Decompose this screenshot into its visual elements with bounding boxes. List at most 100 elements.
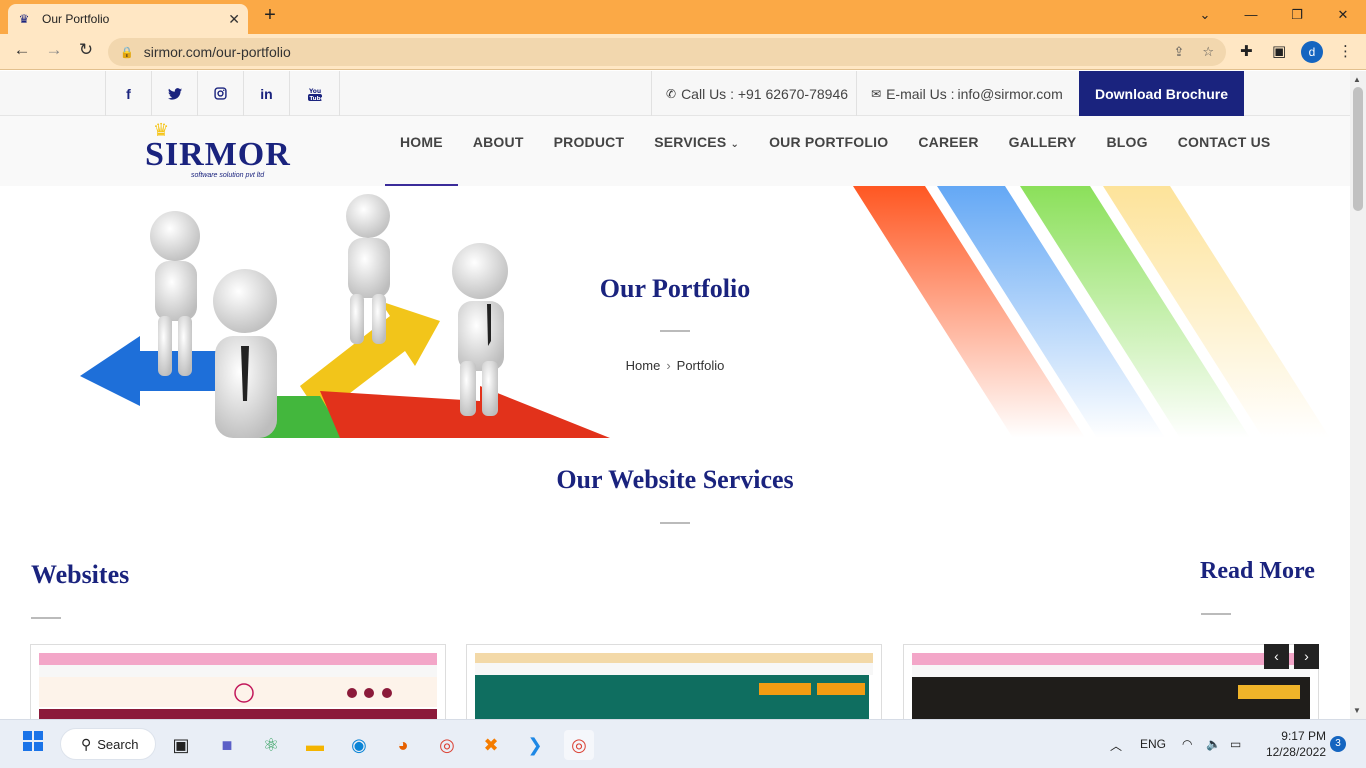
website-screenshot <box>912 653 1310 719</box>
envelope-icon: ✉ <box>871 86 882 101</box>
extensions-icon[interactable]: ✚ <box>1240 42 1253 60</box>
browser-toolbar: ← → ↻ 🔒 sirmor.com/our-portfolio ⇪ ☆ ✚ ▣ <box>0 34 1366 70</box>
chevron-down-icon: ⌄ <box>730 139 740 150</box>
banner-divider <box>660 330 690 332</box>
top-contact-bar: f in YouTube ✆ Call Us : +91 62670-78946… <box>0 71 1350 116</box>
restore-button[interactable]: ❐ <box>1274 0 1320 30</box>
new-tab-button[interactable]: + <box>258 4 282 27</box>
web-page: f in YouTube ✆ Call Us : +91 62670-78946… <box>0 71 1350 719</box>
notification-badge[interactable]: 3 <box>1330 736 1346 752</box>
sirmor-logo[interactable]: ♛ SIRMOR software solution pvt ltd <box>145 120 290 184</box>
portfolio-card[interactable] <box>466 644 882 719</box>
file-explorer-icon[interactable]: ▬ <box>300 730 330 760</box>
phone-icon: ✆ <box>666 86 677 101</box>
site-favicon-icon: ♛ <box>18 12 30 26</box>
back-icon[interactable]: ← <box>10 40 34 60</box>
menu-product[interactable]: PRODUCT <box>539 116 640 186</box>
menu-contact-us[interactable]: CONTACT US <box>1163 116 1286 186</box>
menu-blog[interactable]: BLOG <box>1091 116 1162 186</box>
portfolio-card[interactable] <box>30 644 446 719</box>
linkedin-icon[interactable]: in <box>243 71 289 116</box>
read-more-divider <box>1201 613 1231 615</box>
site-header: ♛ SIRMOR software solution pvt ltd HOME … <box>0 116 1350 186</box>
carousel-next-button[interactable]: › <box>1294 644 1319 669</box>
side-panel-icon[interactable]: ▣ <box>1272 42 1286 60</box>
menu-career[interactable]: CAREER <box>903 116 993 186</box>
language-indicator[interactable]: ENG <box>1140 737 1166 751</box>
services-divider <box>660 522 690 524</box>
chrome-active-icon[interactable]: ◎ <box>564 730 594 760</box>
browser-menu-icon[interactable]: ⋮ <box>1338 42 1353 60</box>
volume-icon[interactable]: 🔈 <box>1206 737 1221 751</box>
instagram-icon[interactable] <box>197 71 243 116</box>
url-text[interactable]: sirmor.com/our-portfolio <box>144 44 1156 60</box>
scroll-up-icon[interactable]: ▲ <box>1353 75 1361 84</box>
svg-text:Tube: Tube <box>309 96 322 102</box>
tab-search-icon[interactable]: ⌄ <box>1182 0 1228 30</box>
close-tab-icon[interactable]: ✕ <box>228 11 240 28</box>
profile-avatar[interactable]: d <box>1301 41 1323 63</box>
email-us[interactable]: ✉ E-mail Us : info@sirmor.com <box>856 71 1079 116</box>
menu-gallery[interactable]: GALLERY <box>994 116 1092 186</box>
atom-editor-icon[interactable]: ⚛ <box>256 730 286 760</box>
share-icon[interactable]: ⇪ <box>1173 44 1184 60</box>
logo-word: SIRMOR <box>145 136 291 173</box>
menu-our-portfolio[interactable]: OUR PORTFOLIO <box>754 116 903 186</box>
browser-tab[interactable]: ♛ Our Portfolio ✕ <box>8 4 248 34</box>
read-more-link[interactable]: Read More <box>1200 558 1315 585</box>
banner-illustration <box>80 186 1330 438</box>
carousel-prev-button[interactable]: ‹ <box>1264 644 1289 669</box>
vscode-icon[interactable]: ❯ <box>520 730 550 760</box>
call-us[interactable]: ✆ Call Us : +91 62670-78946 <box>651 71 856 116</box>
firefox-icon[interactable]: ◕ <box>388 730 418 760</box>
scroll-down-icon[interactable]: ▼ <box>1353 706 1361 715</box>
youtube-icon[interactable]: YouTube <box>289 71 340 116</box>
email-label: E-mail Us : <box>886 85 955 102</box>
call-us-text: Call Us : +91 62670-78946 <box>681 85 849 102</box>
address-bar[interactable]: 🔒 sirmor.com/our-portfolio ⇪ ☆ <box>108 38 1226 66</box>
svg-text:You: You <box>308 88 321 95</box>
twitter-icon[interactable] <box>151 71 197 116</box>
download-brochure-button[interactable]: Download Brochure <box>1079 71 1244 116</box>
chrome-icon[interactable]: ◎ <box>432 730 462 760</box>
window-controls: ⌄ — ❐ ✕ <box>1182 0 1366 30</box>
breadcrumb: Home › Portfolio <box>0 358 1350 373</box>
show-hidden-icons-icon[interactable]: ︿ <box>1110 737 1122 754</box>
taskbar-search[interactable]: ⚲ Search <box>60 728 156 760</box>
wifi-icon[interactable]: ◠ <box>1182 737 1192 751</box>
breadcrumb-home[interactable]: Home <box>626 358 661 373</box>
teams-chat-icon[interactable]: ■ <box>212 730 242 760</box>
facebook-icon[interactable]: f <box>105 71 151 116</box>
battery-icon[interactable]: ▭ <box>1230 737 1241 751</box>
portfolio-card[interactable] <box>903 644 1319 719</box>
websites-divider <box>31 617 61 619</box>
browser-tabbar: ♛ Our Portfolio ✕ + ⌄ — ❐ ✕ <box>0 0 1366 34</box>
windows-start-icon[interactable] <box>18 730 48 760</box>
breadcrumb-current: Portfolio <box>676 358 725 373</box>
task-view-icon[interactable]: ▣ <box>166 730 196 760</box>
website-screenshot <box>475 653 873 719</box>
lock-icon[interactable]: 🔒 <box>120 46 134 59</box>
menu-services[interactable]: SERVICES ⌄ <box>639 116 754 186</box>
xampp-icon[interactable]: ✖ <box>476 730 506 760</box>
menu-about[interactable]: ABOUT <box>458 116 539 186</box>
taskbar-search-label: Search <box>97 736 139 752</box>
email-address[interactable]: info@sirmor.com <box>958 86 1063 102</box>
page-scrollbar[interactable]: ▲ ▼ <box>1350 71 1366 719</box>
system-clock[interactable]: 9:17 PM 12/28/2022 <box>1256 728 1326 760</box>
clock-date: 12/28/2022 <box>1265 745 1326 759</box>
edge-browser-icon[interactable]: ◉ <box>344 730 374 760</box>
reload-icon[interactable]: ↻ <box>74 40 98 60</box>
forward-icon[interactable]: → <box>42 40 66 60</box>
websites-heading: Websites <box>31 560 130 589</box>
tab-title: Our Portfolio <box>42 12 110 26</box>
menu-services-label: SERVICES <box>654 134 727 150</box>
scrollbar-thumb[interactable] <box>1353 87 1363 211</box>
minimize-button[interactable]: — <box>1228 0 1274 30</box>
bookmark-star-icon[interactable]: ☆ <box>1202 44 1214 60</box>
page-banner: Our Portfolio Home › Portfolio <box>0 186 1350 438</box>
close-window-button[interactable]: ✕ <box>1320 0 1366 30</box>
search-icon: ⚲ <box>81 735 92 752</box>
menu-home[interactable]: HOME <box>385 116 458 186</box>
clock-time: 9:17 PM <box>1281 729 1326 743</box>
